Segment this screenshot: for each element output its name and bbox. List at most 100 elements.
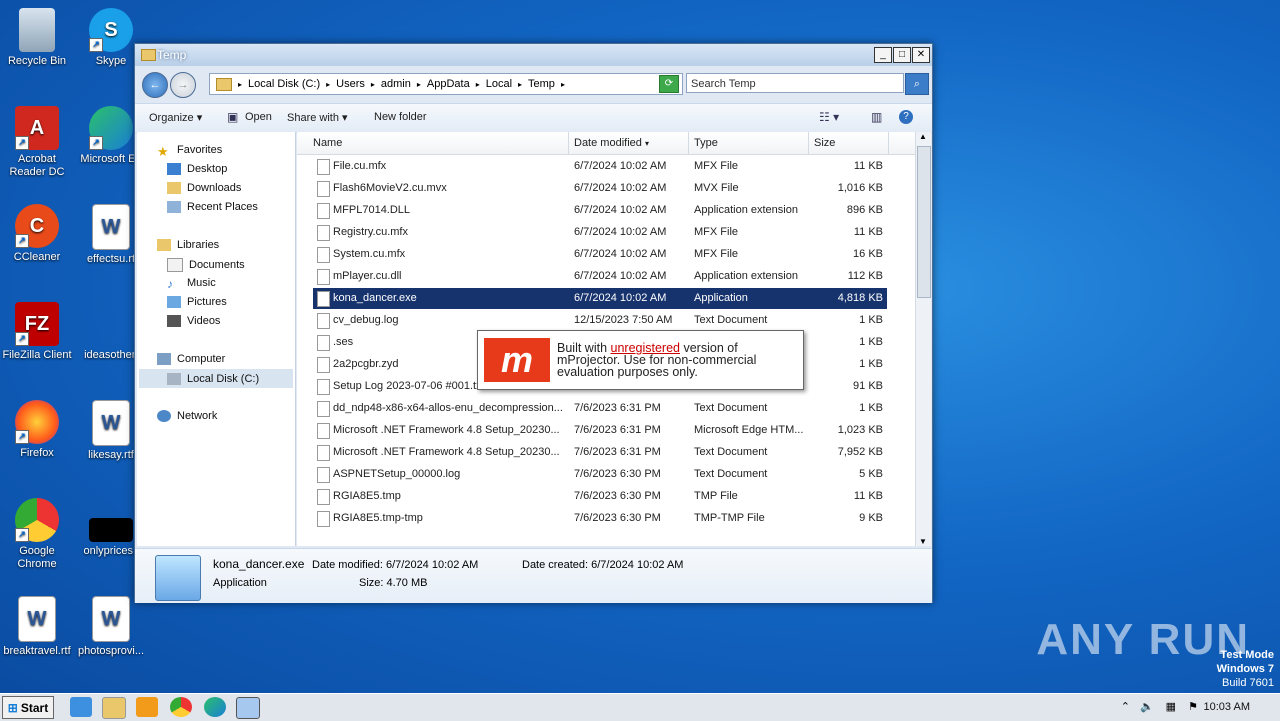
edge-taskbar-icon[interactable] — [204, 697, 226, 717]
desktop-icon-acrobat[interactable]: A ↗ Acrobat Reader DC — [0, 106, 74, 179]
desktop-icon-chrome[interactable]: ↗ Google Chrome — [0, 498, 74, 571]
column-divider[interactable] — [888, 132, 889, 154]
file-name: Microsoft .NET Framework 4.8 Setup_20230… — [333, 424, 560, 436]
chrome-taskbar-icon[interactable] — [170, 697, 192, 717]
details-date-created: Date created: 6/7/2024 10:02 AM — [522, 559, 684, 571]
nav-label: Downloads — [187, 182, 242, 194]
address-bar[interactable]: ▸ Local Disk (C:) ▸ Users ▸ admin ▸ AppD… — [209, 73, 683, 95]
folder-icon — [141, 49, 156, 61]
videos-icon — [167, 315, 181, 327]
breadcrumb-item[interactable]: Local — [486, 78, 512, 90]
minimize-button[interactable]: _ — [874, 47, 892, 63]
nav-music[interactable]: ♪ Music — [167, 277, 216, 291]
table-row[interactable]: RGIA8E5.tmp-tmp 7/6/2023 6:30 PM TMP-TMP F… — [313, 508, 887, 529]
table-row[interactable]: System.cu.mfx 6/7/2024 10:02 AM MFX File 16… — [313, 244, 887, 265]
desktop-icon-filezilla[interactable]: FZ ↗ FileZilla Client — [0, 302, 74, 362]
scroll-thumb[interactable] — [917, 146, 931, 298]
desktop-icon-recycle-bin[interactable]: Recycle Bin — [0, 8, 74, 68]
nav-local-disk[interactable]: Local Disk (C:) — [139, 369, 293, 388]
new-folder-button[interactable]: New folder — [374, 111, 427, 123]
volume-icon[interactable]: 🔈 — [1140, 700, 1154, 713]
system-clock[interactable]: 10:03 AM — [1204, 701, 1250, 713]
column-divider[interactable] — [808, 132, 809, 154]
desktop-icon-breaktravel[interactable]: W breaktravel.rtf — [0, 596, 74, 658]
column-name[interactable]: Name — [313, 137, 342, 149]
table-row[interactable]: MFPL7014.DLL 6/7/2024 10:02 AM Application… — [313, 200, 887, 221]
nav-computer[interactable]: Computer — [157, 353, 225, 365]
preview-pane-icon[interactable]: ▥ — [871, 110, 882, 124]
nav-desktop[interactable]: Desktop — [167, 163, 227, 175]
view-options-icon[interactable]: ☷ ▾ — [819, 110, 839, 124]
kona-dancer-taskbar-icon[interactable] — [236, 697, 260, 719]
column-date-modified[interactable]: Date modified — [574, 137, 642, 149]
desktop-icon-label: breaktravel.rtf — [3, 645, 71, 657]
media-player-taskbar-icon[interactable] — [136, 697, 158, 717]
table-row[interactable]: Registry.cu.mfx 6/7/2024 10:02 AM MFX File… — [313, 222, 887, 243]
table-row[interactable]: File.cu.mfx 6/7/2024 10:02 AM MFX File 11 K… — [313, 156, 887, 177]
breadcrumb-item[interactable]: Local Disk (C:) — [248, 78, 320, 90]
nav-pictures[interactable]: Pictures — [167, 296, 227, 308]
table-row[interactable]: cv_debug.log 12/15/2023 7:50 AM Text Docum… — [313, 310, 887, 331]
close-button[interactable]: ✕ — [912, 47, 930, 63]
table-row[interactable]: mPlayer.cu.dll 6/7/2024 10:02 AM Applicati… — [313, 266, 887, 287]
table-row[interactable]: Microsoft .NET Framework 4.8 Setup_20230… — [313, 442, 887, 463]
file-size: 1 KB — [859, 358, 883, 370]
scroll-up-icon[interactable]: ▲ — [919, 132, 927, 141]
mprojector-logo-icon: m — [484, 338, 550, 382]
desktop-icon-firefox[interactable]: ↗ Firefox — [0, 400, 74, 460]
title-bar[interactable]: Temp _ □ ✕ — [135, 44, 932, 66]
nav-downloads[interactable]: Downloads — [167, 182, 241, 194]
desktop-icon-label: Google Chrome — [17, 545, 57, 570]
desktop-icon-photosprovi[interactable]: W photosprovi... — [74, 596, 148, 658]
back-button[interactable]: ← — [142, 72, 168, 98]
breadcrumb-item[interactable]: Temp — [528, 78, 555, 90]
nav-libraries[interactable]: Libraries — [157, 239, 219, 251]
explorer-taskbar-icon[interactable] — [102, 697, 126, 719]
nav-videos[interactable]: Videos — [167, 315, 220, 327]
splash-text: Built with unregistered version of mProj… — [557, 342, 756, 379]
maximize-button[interactable]: □ — [893, 47, 911, 63]
table-row[interactable]: kona_dancer.exe 6/7/2024 10:02 AM Applicat… — [313, 288, 887, 309]
file-size: 1,023 KB — [837, 424, 883, 436]
start-button[interactable]: ⊞ Start — [2, 696, 54, 719]
vertical-scrollbar[interactable]: ▲ ▼ — [915, 132, 931, 546]
breadcrumb-item[interactable]: Users — [336, 78, 365, 90]
desktop-icon-label: Acrobat Reader DC — [9, 153, 65, 178]
ie-taskbar-icon[interactable] — [70, 697, 92, 717]
file-size: 9 KB — [859, 512, 883, 524]
column-size[interactable]: Size — [814, 137, 835, 149]
nav-recent-places[interactable]: Recent Places — [167, 201, 258, 213]
share-with-button[interactable]: Share with ▾ — [287, 111, 348, 124]
tray-expand-icon[interactable]: ⌃ — [1121, 700, 1130, 713]
table-row[interactable]: ASPNETSetup_00000.log 7/6/2023 6:30 PM Tex… — [313, 464, 887, 485]
nav-documents[interactable]: Documents — [167, 258, 245, 272]
network-tray-icon[interactable]: ▦ — [1166, 700, 1176, 713]
open-button[interactable]: Open — [245, 111, 272, 123]
column-divider[interactable] — [688, 132, 689, 154]
table-row[interactable]: Microsoft .NET Framework 4.8 Setup_20230… — [313, 420, 887, 441]
help-icon[interactable]: ? — [899, 110, 913, 124]
filezilla-icon: FZ ↗ — [15, 302, 59, 346]
column-type[interactable]: Type — [694, 137, 718, 149]
column-divider[interactable] — [568, 132, 569, 154]
desktop-icon-ccleaner[interactable]: C ↗ CCleaner — [0, 204, 74, 264]
file-type: Text Document — [694, 402, 768, 414]
nav-network[interactable]: Network — [157, 410, 217, 422]
nav-favorites[interactable]: ★ Favorites — [157, 144, 222, 159]
forward-button[interactable]: → — [170, 72, 196, 98]
table-row[interactable]: dd_ndp48-x86-x64-allos-enu_decompression… — [313, 398, 887, 419]
refresh-button[interactable]: ⟳ — [659, 75, 679, 93]
scroll-down-icon[interactable]: ▼ — [919, 537, 927, 546]
file-icon — [89, 302, 133, 346]
table-row[interactable]: Flash6MovieV2.cu.mvx 6/7/2024 10:02 AM MVX… — [313, 178, 887, 199]
search-input[interactable]: Search Temp — [686, 73, 904, 93]
navigation-pane: ★ Favorites Desktop Downloads Recent Plac… — [137, 132, 296, 546]
file-date: 6/7/2024 10:02 AM — [574, 160, 667, 172]
search-icon[interactable]: ⌕ — [905, 73, 929, 95]
breadcrumb-item[interactable]: AppData — [427, 78, 470, 90]
file-type: Text Document — [694, 314, 768, 326]
table-row[interactable]: RGIA8E5.tmp 7/6/2023 6:30 PM TMP File 11 KB — [313, 486, 887, 507]
breadcrumb-item[interactable]: admin — [381, 78, 411, 90]
action-center-flag-icon[interactable]: ⚑ — [1188, 700, 1198, 713]
organize-button[interactable]: Organize ▾ — [149, 111, 202, 124]
